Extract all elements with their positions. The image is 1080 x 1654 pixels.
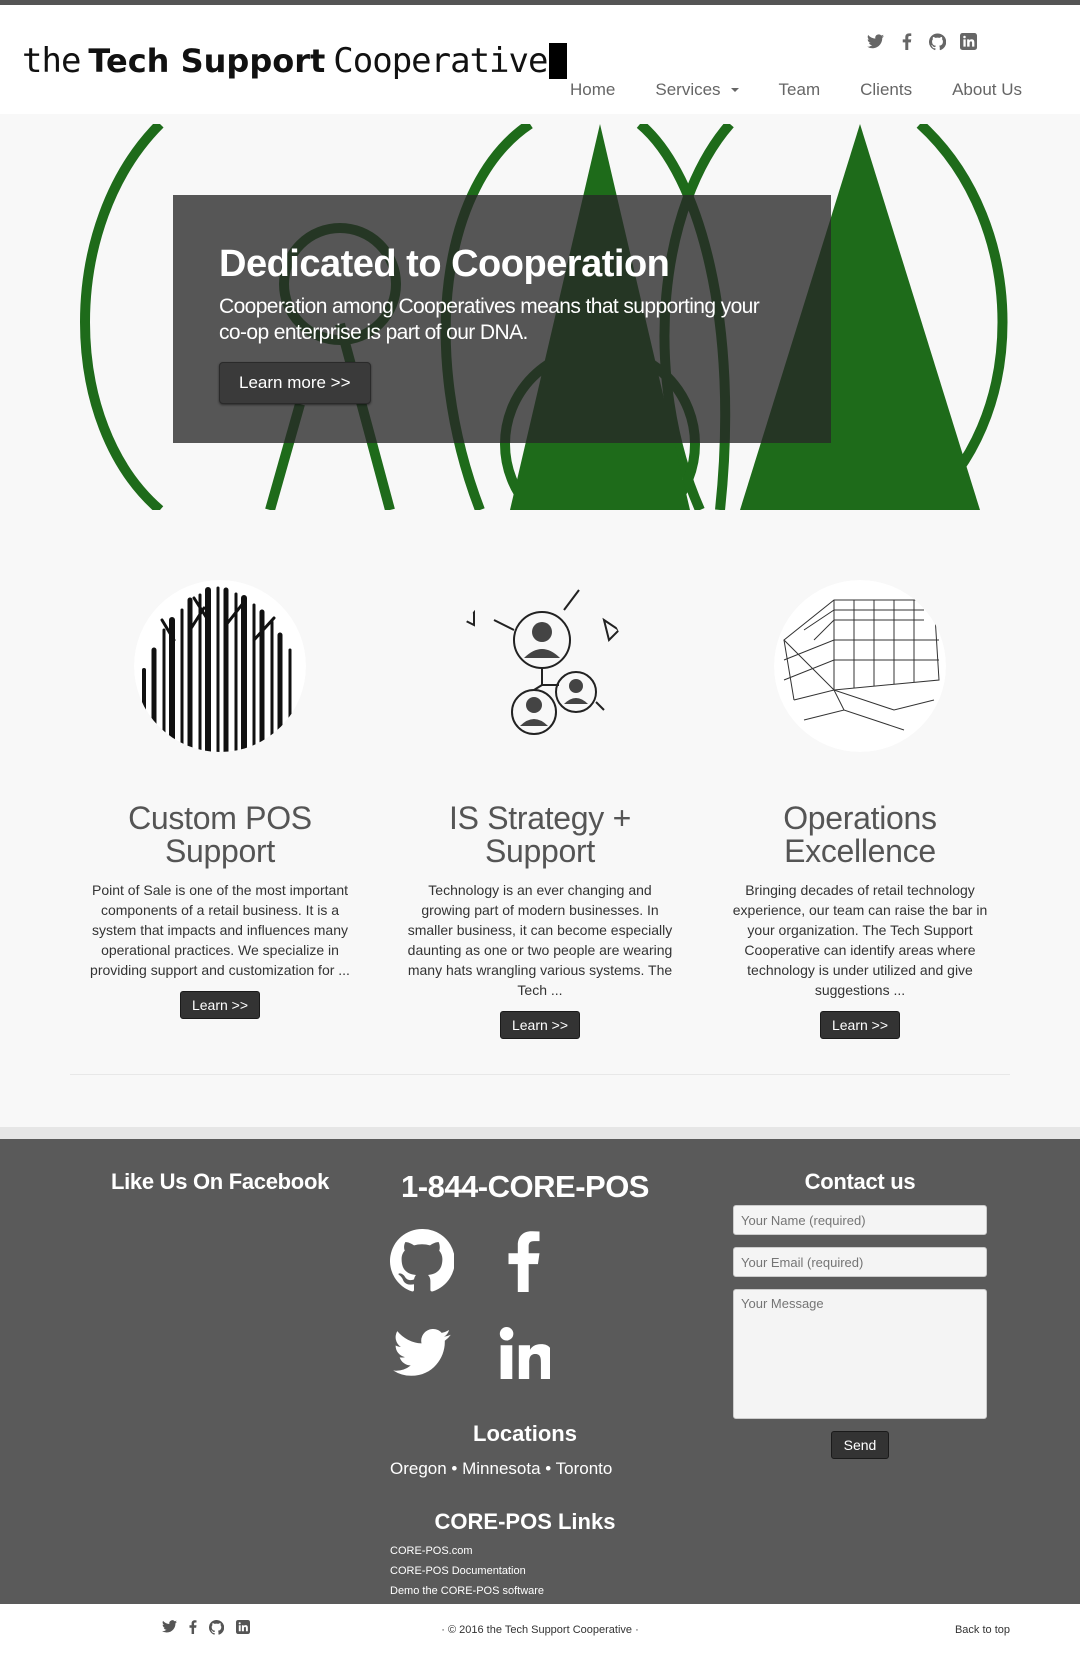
locations-title: Locations	[473, 1421, 577, 1446]
contact-title: Contact us	[804, 1169, 916, 1194]
facebook-column: Like Us On Facebook	[85, 1169, 355, 1195]
nav-team[interactable]: Team	[779, 80, 821, 100]
facebook-title: Like Us On Facebook	[110, 1169, 330, 1194]
feature-title: IS Strategy + Support	[449, 800, 631, 869]
feature-pos-support: Custom POS Support Point of Sale is one …	[85, 580, 355, 1019]
site-logo[interactable]: the Tech Support Cooperative	[22, 41, 568, 81]
contact-info-column: 1-844-CORE-POS Locations Oregon • Minnes…	[390, 1169, 690, 1597]
send-button[interactable]: Send	[831, 1431, 889, 1459]
logo-part-tech-support: Tech Support	[88, 42, 326, 80]
feature-text: Technology is an ever changing and growi…	[407, 882, 673, 998]
logo-cursor	[549, 43, 568, 79]
logo-part-the: the	[22, 41, 81, 81]
bottom-bar: · © 2016 the Tech Support Cooperative · …	[0, 1604, 1080, 1654]
message-field[interactable]	[733, 1289, 987, 1419]
github-icon[interactable]	[390, 1228, 454, 1293]
link-core-pos-docs[interactable]: CORE-POS Documentation	[390, 1565, 690, 1577]
facebook-icon[interactable]	[492, 1229, 556, 1293]
core-pos-links-block: CORE-POS Links CORE-POS.com CORE-POS Doc…	[390, 1509, 690, 1597]
email-field[interactable]	[733, 1247, 987, 1277]
facebook-icon[interactable]	[898, 33, 915, 50]
twitter-icon[interactable]	[867, 33, 884, 50]
shelving-sketch-image	[774, 580, 946, 752]
link-core-pos-site[interactable]: CORE-POS.com	[390, 1545, 690, 1557]
contact-form-column: Contact us Send	[733, 1169, 987, 1459]
learn-button[interactable]: Learn >>	[499, 1011, 581, 1039]
nav-services[interactable]: Services	[655, 80, 739, 100]
logo-part-cooperative: Cooperative	[333, 41, 548, 81]
nav-services-label: Services	[655, 80, 721, 99]
links-title: CORE-POS Links	[434, 1509, 616, 1534]
chevron-down-icon	[730, 88, 739, 92]
hero-panel: Dedicated to Cooperation Cooperation amo…	[173, 195, 831, 443]
learn-more-button[interactable]: Learn more >>	[219, 362, 371, 404]
nav-clients[interactable]: Clients	[860, 80, 912, 100]
feature-title: Operations Excellence	[783, 800, 937, 869]
hero-title: Dedicated to Cooperation	[219, 243, 670, 285]
feature-text: Bringing decades of retail technology ex…	[732, 882, 988, 998]
back-to-top-link[interactable]: Back to top	[955, 1624, 1010, 1636]
header-social-links	[867, 32, 977, 50]
contact-form: Send	[733, 1205, 987, 1459]
hero-banner: Dedicated to Cooperation Cooperation amo…	[0, 124, 1080, 510]
hero-text: Cooperation among Cooperatives means tha…	[219, 295, 760, 344]
link-core-pos-demo[interactable]: Demo the CORE-POS software	[390, 1585, 690, 1597]
core-pos-links: CORE-POS.com CORE-POS Documentation Demo…	[390, 1545, 690, 1597]
forest-barcode-image	[134, 580, 306, 752]
big-social-links	[390, 1228, 640, 1385]
locations-block: Locations Oregon • Minnesota • Toronto	[390, 1421, 690, 1479]
site-footer: Like Us On Facebook 1-844-CORE-POS Locat…	[0, 1127, 1080, 1604]
locations-list: Oregon • Minnesota • Toronto	[390, 1459, 613, 1478]
github-icon[interactable]	[929, 32, 946, 50]
feature-text: Point of Sale is one of the most importa…	[90, 882, 350, 978]
feature-is-strategy: IS Strategy + Support Technology is an e…	[405, 580, 675, 1039]
phone-number[interactable]: 1-844-CORE-POS	[375, 1169, 675, 1205]
learn-button[interactable]: Learn >>	[819, 1011, 901, 1039]
linkedin-icon[interactable]	[960, 33, 977, 50]
people-network-image	[454, 580, 626, 752]
section-divider	[70, 1074, 1010, 1075]
nav-about-us[interactable]: About Us	[952, 80, 1022, 100]
linkedin-icon[interactable]	[492, 1321, 556, 1385]
feature-operations-excellence: Operations Excellence Bringing decades o…	[725, 580, 995, 1039]
twitter-icon[interactable]	[390, 1321, 454, 1385]
learn-button[interactable]: Learn >>	[179, 991, 261, 1019]
feature-title: Custom POS Support	[128, 800, 312, 869]
site-header: the Tech Support Cooperative Home Servic…	[0, 5, 1080, 114]
copyright-text: · © 2016 the Tech Support Cooperative ·	[441, 1624, 639, 1636]
name-field[interactable]	[733, 1205, 987, 1235]
main-nav: Home Services Team Clients About Us	[570, 80, 1022, 100]
nav-home[interactable]: Home	[570, 80, 615, 100]
